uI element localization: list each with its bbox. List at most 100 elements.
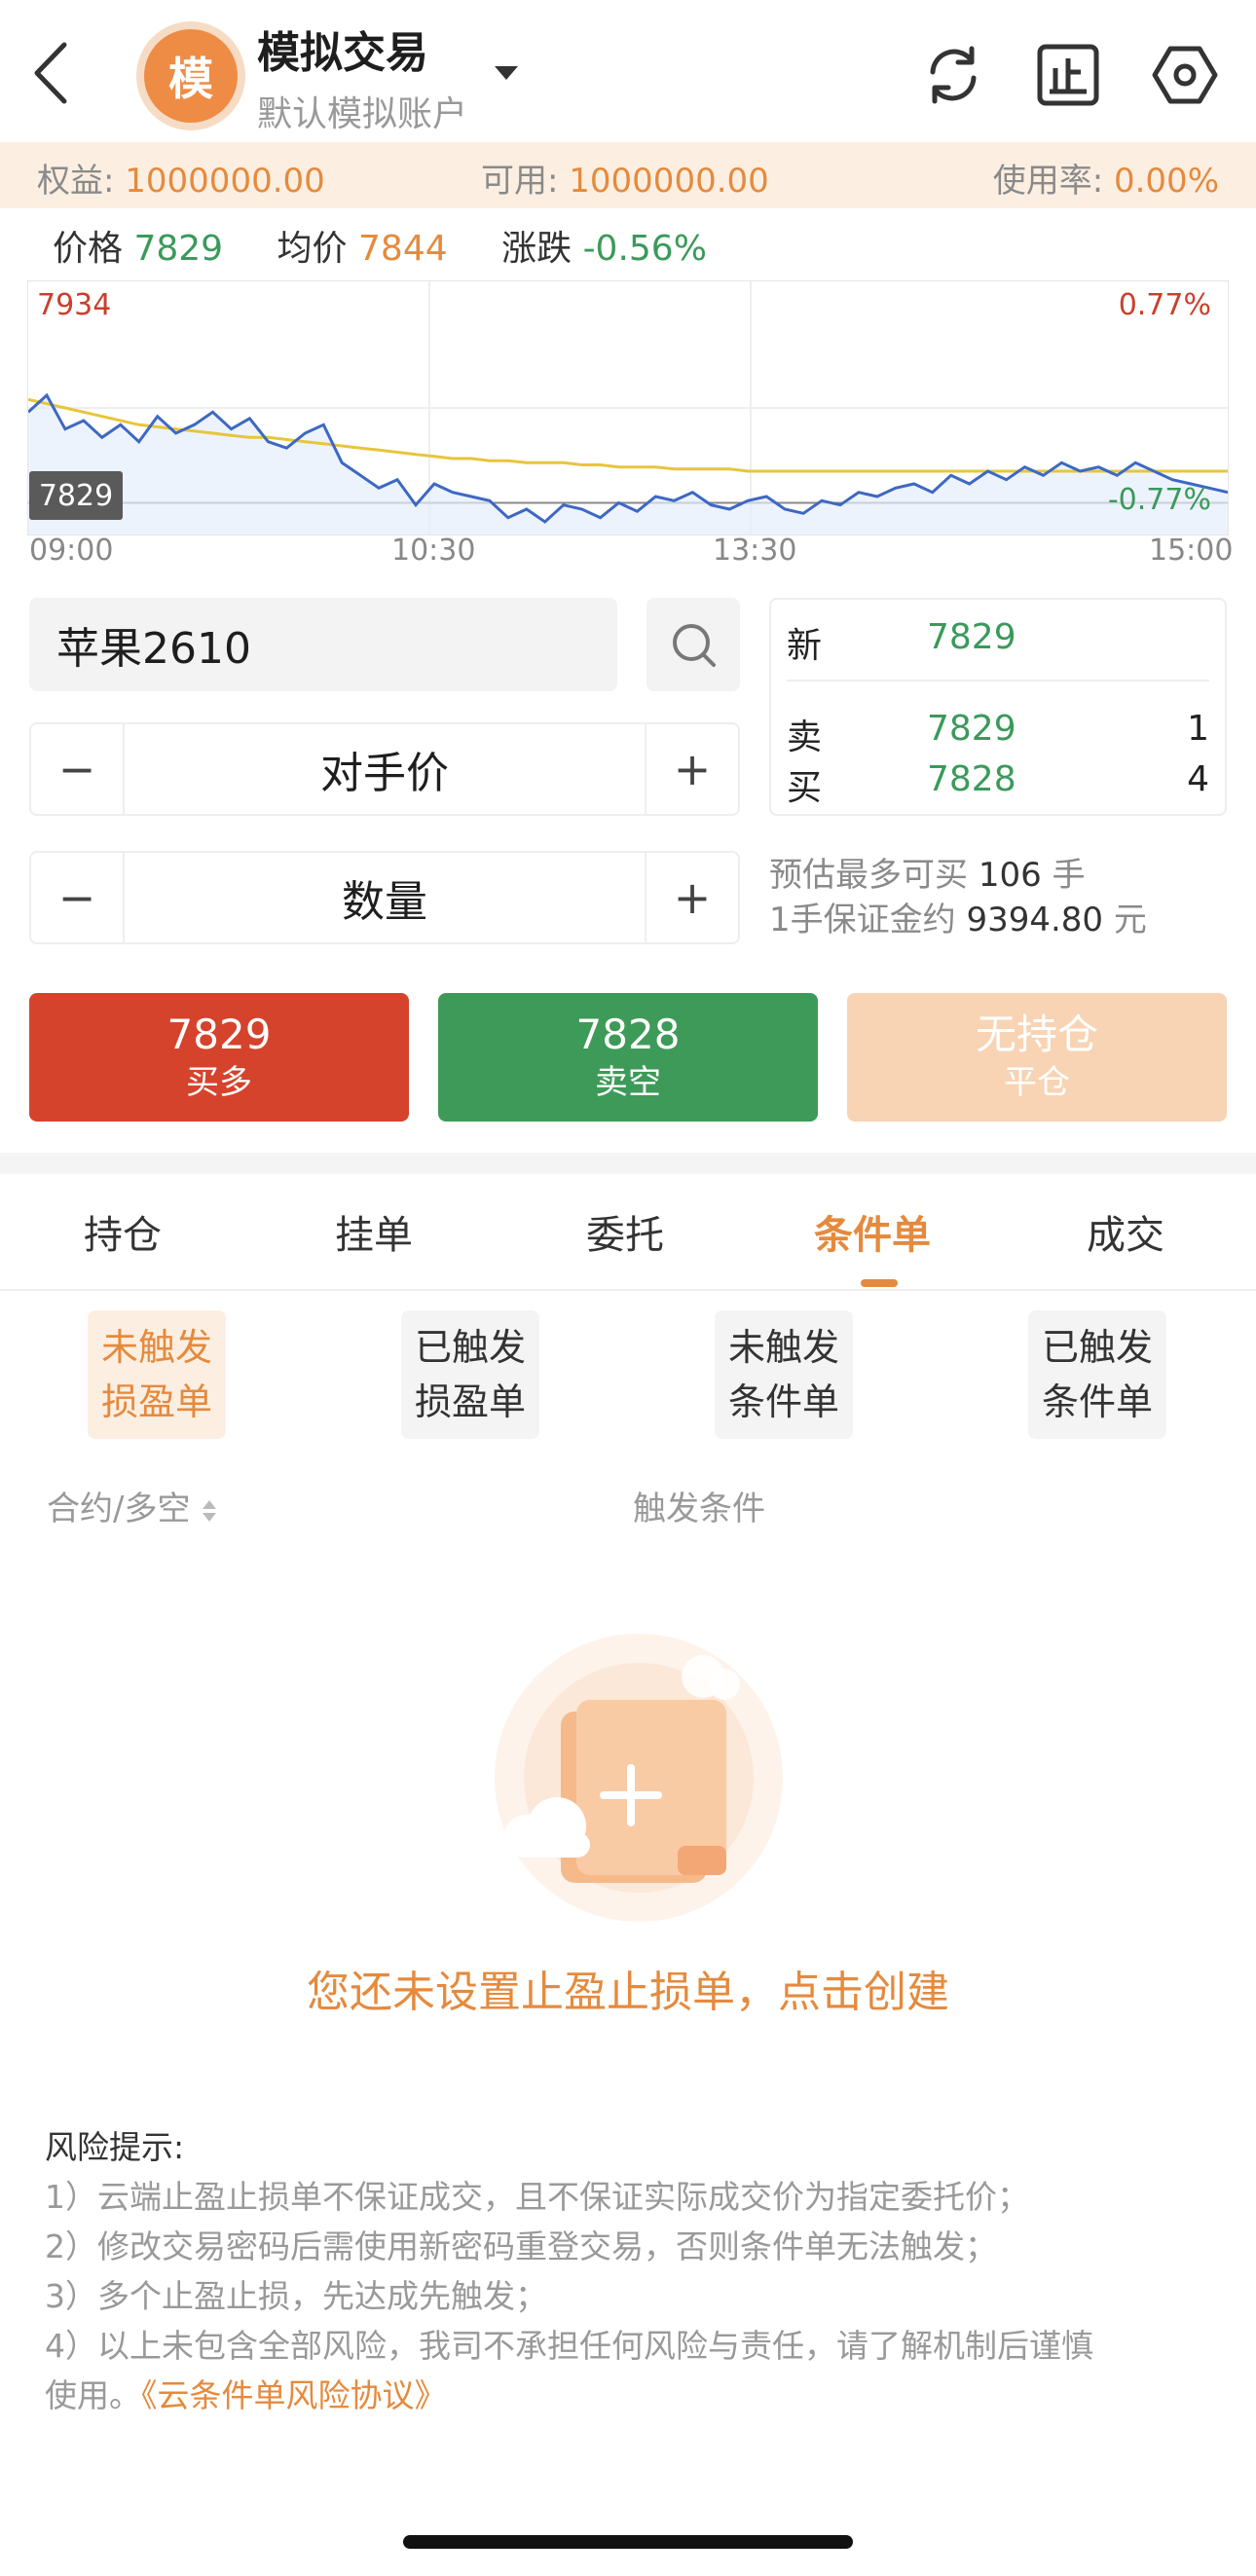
column-trigger-header: 触发条件 [633, 1490, 765, 1528]
quote-summary: 价格 7829 均价 7844 涨跌 -0.56% [53, 220, 750, 271]
chart-current-price-tag: 7829 [29, 471, 123, 520]
home-indicator[interactable] [403, 2535, 853, 2549]
max-buy-value: 106 [978, 856, 1042, 895]
contract-input[interactable]: 苹果2610 [29, 598, 617, 691]
filter-line2: 损盈单 [414, 1380, 526, 1423]
usage-field: 使用率: 0.00% [993, 154, 1219, 202]
tab-entrusted[interactable]: 委托 [586, 1203, 664, 1260]
max-buy-label: 预估最多可买 [769, 856, 968, 895]
account-summary-bar: 权益: 1000000.00 可用: 1000000.00 使用率: 0.00% [0, 142, 1256, 208]
close-status: 无持仓 [975, 1011, 1098, 1058]
active-tab-indicator [861, 1279, 898, 1287]
price-value: 7829 [133, 229, 224, 269]
price-mode-stepper[interactable]: − 对手价 + [29, 722, 740, 816]
risk-item: 3）多个止盈止损，先达成先触发； [45, 2277, 547, 2315]
equity-label: 权益: [37, 162, 115, 201]
sort-icon [203, 1499, 217, 1522]
column-contract-label: 合约/多空 [47, 1490, 191, 1528]
available-label: 可用: [481, 162, 559, 201]
risk-item: 2）修改交易密码后需使用新密码重登交易，否则条件单无法触发； [45, 2227, 997, 2265]
chart-time-tick: 10:30 [391, 534, 476, 568]
margin-value: 9394.80 [966, 901, 1104, 939]
change-value: -0.56% [582, 229, 707, 269]
column-contract-header[interactable]: 合约/多空 [47, 1482, 218, 1529]
chart-time-tick: 09:00 [29, 534, 114, 568]
account-avatar: 模 [136, 21, 245, 130]
quantity-stepper[interactable]: − 数量 + [29, 851, 740, 944]
avg-value: 7844 [358, 229, 448, 269]
book-bid-qty: 4 [1187, 759, 1209, 799]
book-bid-label: 买 [787, 768, 823, 808]
chart-ymax-label: 7934 [37, 288, 112, 322]
quantity-plus-button[interactable]: + [645, 853, 738, 942]
price-label: 价格 [53, 229, 124, 269]
margin-estimate: 预估最多可买 106 手 1手保证金约 9394.80 元 [769, 853, 1147, 942]
usage-label: 使用率: [992, 162, 1104, 201]
create-tpsl-prompt[interactable]: 您还未设置止盈止损单，点击创建 [0, 1957, 1256, 2019]
close-label: 平仓 [1004, 1063, 1070, 1102]
available-value: 1000000.00 [569, 162, 769, 201]
avg-label: 均价 [277, 229, 348, 269]
equity-value: 1000000.00 [125, 162, 325, 201]
order-book: 新 7829 卖 7829 1 买 7828 4 [769, 598, 1227, 816]
sell-short-button[interactable]: 7828 卖空 [438, 993, 818, 1122]
margin-label: 1手保证金约 [769, 901, 956, 939]
book-ask-qty: 1 [1187, 709, 1209, 749]
filter-line2: 损盈单 [100, 1380, 212, 1423]
chart-pct-bottom-label: -0.77% [1107, 483, 1211, 517]
price-mode-value[interactable]: 对手价 [125, 724, 645, 814]
filter-line1: 未触发 [100, 1326, 212, 1369]
risk-item: 4）以上未包含全部风险，我司不承担任何风险与责任，请了解机制后谨慎 [45, 2327, 1093, 2365]
usage-value: 0.00% [1113, 162, 1219, 201]
stop-order-icon[interactable] [1034, 41, 1102, 109]
available-field: 可用: 1000000.00 [481, 154, 769, 202]
book-last-label: 新 [787, 626, 823, 666]
filter-untriggered-conditional[interactable]: 未触发 条件单 [715, 1310, 853, 1439]
chart-time-tick: 13:30 [713, 534, 797, 568]
book-ask-price: 7829 [927, 709, 1016, 749]
filter-line1: 已触发 [1041, 1326, 1153, 1369]
section-divider [0, 1153, 1256, 1174]
empty-document-icon[interactable] [483, 1632, 794, 1933]
tab-pending[interactable]: 挂单 [335, 1203, 413, 1260]
chart-time-tick: 15:00 [1149, 534, 1234, 568]
close-position-button[interactable]: 无持仓 平仓 [847, 993, 1227, 1122]
account-name[interactable]: 默认模拟账户 [257, 86, 467, 136]
sell-label: 卖空 [595, 1063, 661, 1102]
buy-long-button[interactable]: 7829 买多 [29, 993, 409, 1122]
book-last-price: 7829 [927, 617, 1016, 657]
quantity-input[interactable]: 数量 [125, 853, 645, 942]
tab-trades[interactable]: 成交 [1087, 1203, 1164, 1260]
chevron-down-icon[interactable] [495, 66, 518, 80]
refresh-icon[interactable] [919, 41, 987, 109]
intraday-chart[interactable] [27, 280, 1229, 535]
filter-triggered-tpsl[interactable]: 已触发 损盈单 [401, 1310, 539, 1439]
buy-price: 7829 [166, 1011, 272, 1058]
filter-untriggered-tpsl[interactable]: 未触发 损盈单 [88, 1310, 226, 1439]
price-plus-button[interactable]: + [645, 724, 738, 814]
filter-line2: 条件单 [1041, 1380, 1153, 1423]
risk-item: 使用。 [45, 2376, 141, 2414]
price-minus-button[interactable]: − [31, 724, 125, 814]
margin-unit: 元 [1113, 901, 1147, 939]
chart-pct-top-label: 0.77% [1118, 288, 1211, 322]
page-title[interactable]: 模拟交易 [257, 18, 428, 80]
max-buy-unit: 手 [1052, 856, 1086, 895]
back-arrow-icon[interactable] [27, 39, 74, 107]
filter-line1: 已触发 [414, 1326, 526, 1369]
filter-triggered-conditional[interactable]: 已触发 条件单 [1028, 1310, 1166, 1439]
risk-item: 1）云端止盈止损单不保证成交，且不保证实际成交价为指定委托价； [45, 2178, 1029, 2216]
book-ask-label: 卖 [787, 718, 823, 757]
equity-field: 权益: 1000000.00 [37, 154, 325, 202]
quantity-minus-button[interactable]: − [31, 853, 125, 942]
tab-conditional[interactable]: 条件单 [814, 1203, 931, 1260]
book-bid-price: 7828 [927, 759, 1016, 799]
risk-agreement-link[interactable]: 《云条件单风险协议》 [141, 2376, 447, 2414]
app-header: 模 模拟交易 默认模拟账户 [0, 0, 1256, 142]
risk-title: 风险提示: [45, 2128, 185, 2166]
tab-positions[interactable]: 持仓 [84, 1203, 162, 1260]
search-button[interactable] [646, 598, 740, 691]
filter-line1: 未触发 [727, 1326, 839, 1369]
search-icon [673, 624, 716, 667]
settings-icon[interactable] [1151, 41, 1219, 109]
